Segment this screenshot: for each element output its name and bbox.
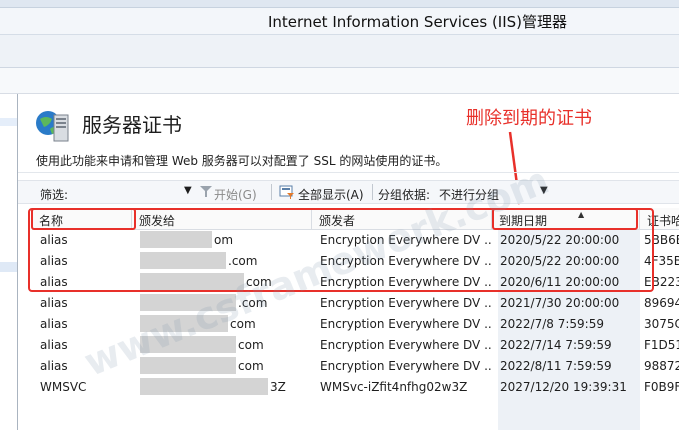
cell-hash: F1D51 [644, 338, 679, 352]
cell-expiry: 2022/8/11 7:59:59 [500, 359, 612, 373]
cell-hash: 89694 [644, 296, 679, 310]
connections-pane [0, 94, 18, 430]
start-filter-button[interactable]: 开始(G) [214, 186, 257, 203]
connections-tree-item[interactable] [0, 262, 17, 272]
redacted-region [140, 378, 268, 395]
cell-name: alias [40, 296, 68, 310]
divider [18, 172, 679, 173]
page-title: 服务器证书 [82, 113, 182, 137]
page-description: 使用此功能来申请和管理 Web 服务器可以对配置了 SSL 的网站使用的证书。 [36, 154, 448, 168]
cell-name: WMSVC [40, 380, 87, 394]
cell-expiry: 2022/7/8 7:59:59 [500, 317, 604, 331]
navigation-bar [0, 34, 679, 68]
annotation-text: 删除到期的证书 [466, 108, 592, 129]
divider [372, 184, 373, 200]
window-title: Internet Information Services (IIS)管理器 [268, 13, 568, 31]
cell-issuer: Encryption Everywhere DV ... [320, 359, 492, 373]
cell-issuer: Encryption Everywhere DV ... [320, 317, 492, 331]
show-all-icon [279, 185, 294, 199]
cell-hash: F0B9F [644, 380, 679, 394]
window-top-strip [0, 0, 679, 8]
filter-dropdown-icon[interactable]: ▼ [184, 185, 192, 196]
filter-toolbar: 筛选: ▼ 开始(G) 全部显示(A) 分组依据: 不进行分组 ▼ [18, 180, 679, 204]
divider [271, 184, 272, 200]
server-certificate-icon [36, 111, 69, 142]
cell-issuer: Encryption Everywhere DV ... [320, 338, 492, 352]
cell-issuer: WMSvc-iZfit4nfhg02w3Z [320, 380, 468, 394]
show-all-button[interactable]: 全部显示(A) [298, 186, 364, 203]
cell-expiry: 2021/7/30 20:00:00 [500, 296, 620, 310]
cell-hash: 3075C [644, 317, 679, 331]
filter-label: 筛选: [40, 188, 69, 202]
connections-tree-item[interactable] [0, 118, 17, 126]
cell-hash: 98872 [644, 359, 679, 373]
cell-expiry: 2022/7/14 7:59:59 [500, 338, 612, 352]
group-by-label: 分组依据: [378, 188, 431, 202]
menu-bar [0, 68, 679, 94]
title-bar: Internet Information Services (IIS)管理器 [0, 8, 679, 34]
table-row[interactable]: WMSVC 3Z WMSvc-iZfit4nfhg02w3Z 2027/12/2… [32, 377, 679, 398]
funnel-icon [200, 186, 212, 197]
cell-expiry: 2027/12/20 19:39:31 [500, 380, 627, 394]
cell-issuer: Encryption Everywhere DV ... [320, 296, 492, 310]
table-row[interactable]: alias .com Encryption Everywhere DV ... … [32, 293, 679, 314]
feature-view: 服务器证书 删除到期的证书 使用此功能来申请和管理 Web 服务器可以对配置了 … [18, 94, 679, 430]
